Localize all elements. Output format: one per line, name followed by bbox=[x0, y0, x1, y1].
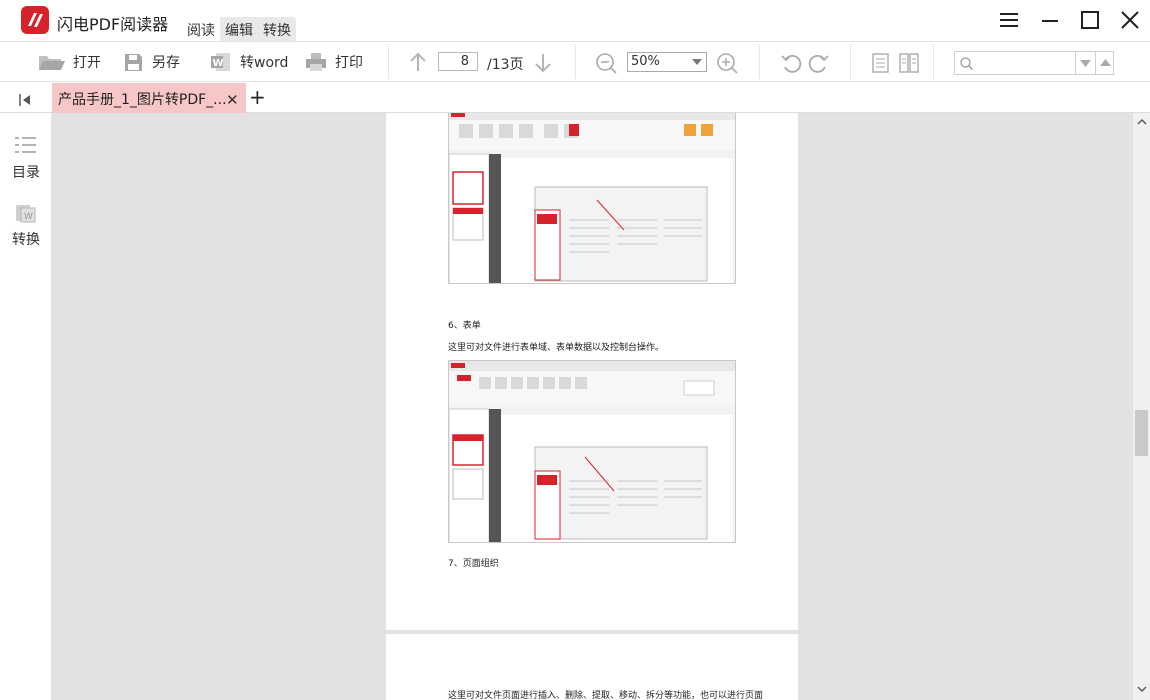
rotate-right-icon[interactable] bbox=[808, 52, 830, 78]
prev-page-icon[interactable] bbox=[407, 51, 429, 77]
toolbar-divider bbox=[575, 45, 576, 79]
open-label: 打开 bbox=[73, 55, 101, 71]
toolbar-divider bbox=[850, 45, 851, 79]
to-word-label: 转word bbox=[240, 55, 289, 71]
print-label: 打印 bbox=[335, 55, 363, 71]
zoom-out-icon[interactable] bbox=[595, 52, 617, 78]
search-dropdown-icon[interactable] bbox=[1080, 60, 1091, 68]
search-divider bbox=[1095, 52, 1096, 74]
add-tab-icon[interactable]: + bbox=[249, 87, 266, 107]
rotate-left-icon[interactable] bbox=[780, 52, 802, 78]
section-paragraph-6: 这里可对文件进行表单域、表单数据以及控制台操作。 bbox=[448, 343, 665, 353]
vertical-scrollbar[interactable] bbox=[1132, 113, 1150, 700]
toolbar-divider bbox=[388, 45, 389, 79]
menu-tab-read[interactable]: 阅读 bbox=[182, 17, 220, 41]
maximize-icon[interactable] bbox=[1078, 8, 1102, 32]
pdf-page: 6、表单 这里可对文件进行表单域、表单数据以及控制台操作。 7、页面组织 bbox=[386, 113, 798, 630]
toc-label[interactable]: 目录 bbox=[0, 162, 52, 182]
pdf-page: 这里可对文件页面进行插入、删除、提取、移动、拆分等功能，也可以进行页面 bbox=[386, 634, 798, 700]
zoom-in-icon[interactable] bbox=[716, 52, 738, 78]
next-page-icon[interactable] bbox=[532, 52, 554, 78]
to-word-button[interactable]: W 转word bbox=[210, 42, 288, 82]
chevron-down-icon bbox=[692, 59, 702, 65]
open-button[interactable]: 打开 bbox=[37, 42, 101, 82]
printer-icon bbox=[306, 53, 326, 71]
search-up-icon[interactable] bbox=[1100, 59, 1111, 67]
document-viewport[interactable]: 6、表单 这里可对文件进行表单域、表单数据以及控制台操作。 7、页面组织 这里可… bbox=[52, 113, 1132, 700]
scroll-down-icon[interactable] bbox=[1137, 686, 1147, 693]
menu-tabs: 阅读 编辑 转换 bbox=[182, 17, 296, 41]
tab-close-icon[interactable]: ✕ bbox=[226, 91, 239, 109]
convert-label[interactable]: 转换 bbox=[0, 229, 52, 249]
svg-text:W: W bbox=[213, 58, 224, 69]
app-logo-icon bbox=[21, 6, 49, 34]
embedded-screenshot-image bbox=[448, 360, 736, 543]
double-page-icon[interactable] bbox=[899, 53, 919, 77]
app-title: 闪电PDF阅读器 bbox=[57, 15, 169, 34]
section-heading-7: 7、页面组织 bbox=[448, 559, 499, 569]
collapse-sidebar-icon[interactable] bbox=[18, 91, 32, 110]
saveas-label: 另存 bbox=[152, 55, 180, 71]
page-number-input[interactable]: 8 bbox=[438, 52, 478, 71]
saveas-button[interactable]: 另存 bbox=[123, 42, 180, 82]
title-bar: 闪电PDF阅读器 阅读 编辑 转换 bbox=[0, 0, 1150, 41]
scrollbar-thumb[interactable] bbox=[1135, 410, 1148, 456]
hamburger-menu-icon[interactable] bbox=[997, 8, 1021, 32]
search-divider bbox=[1075, 52, 1076, 74]
toolbar: 打开 另存 W 转word 打印 8 /13页 50% bbox=[0, 41, 1150, 82]
embedded-screenshot-image bbox=[448, 113, 736, 284]
word-icon: W bbox=[211, 53, 230, 71]
menu-tab-edit[interactable]: 编辑 bbox=[220, 17, 258, 41]
toolbar-divider bbox=[933, 45, 934, 79]
scroll-up-icon[interactable] bbox=[1137, 118, 1147, 125]
zoom-value: 50% bbox=[631, 54, 660, 69]
section-heading-6: 6、表单 bbox=[448, 321, 481, 331]
close-icon[interactable] bbox=[1118, 8, 1142, 32]
minimize-icon[interactable] bbox=[1038, 8, 1062, 32]
toc-icon[interactable] bbox=[15, 136, 37, 160]
single-page-icon[interactable] bbox=[872, 53, 890, 77]
toolbar-divider bbox=[759, 45, 760, 79]
search-input[interactable] bbox=[954, 51, 1114, 75]
left-sidebar: 目录 W 转换 bbox=[0, 113, 52, 700]
menu-tab-convert[interactable]: 转换 bbox=[258, 17, 296, 41]
folder-icon bbox=[39, 56, 65, 70]
svg-text:W: W bbox=[24, 212, 33, 222]
convert-icon[interactable]: W bbox=[15, 202, 37, 228]
zoom-select[interactable]: 50% bbox=[627, 52, 707, 72]
save-icon bbox=[125, 53, 142, 71]
section-paragraph-7: 这里可对文件页面进行插入、删除、提取、移动、拆分等功能，也可以进行页面 bbox=[448, 691, 764, 700]
search-icon bbox=[960, 57, 973, 70]
document-tab-strip: 产品手册_1_图片转PDF_... ✕ + bbox=[0, 83, 1150, 113]
page-total: /13页 bbox=[487, 57, 524, 73]
print-button[interactable]: 打印 bbox=[305, 42, 363, 82]
document-tab[interactable]: 产品手册_1_图片转PDF_... bbox=[52, 83, 246, 113]
document-tab-title: 产品手册_1_图片转PDF_... bbox=[58, 92, 227, 108]
